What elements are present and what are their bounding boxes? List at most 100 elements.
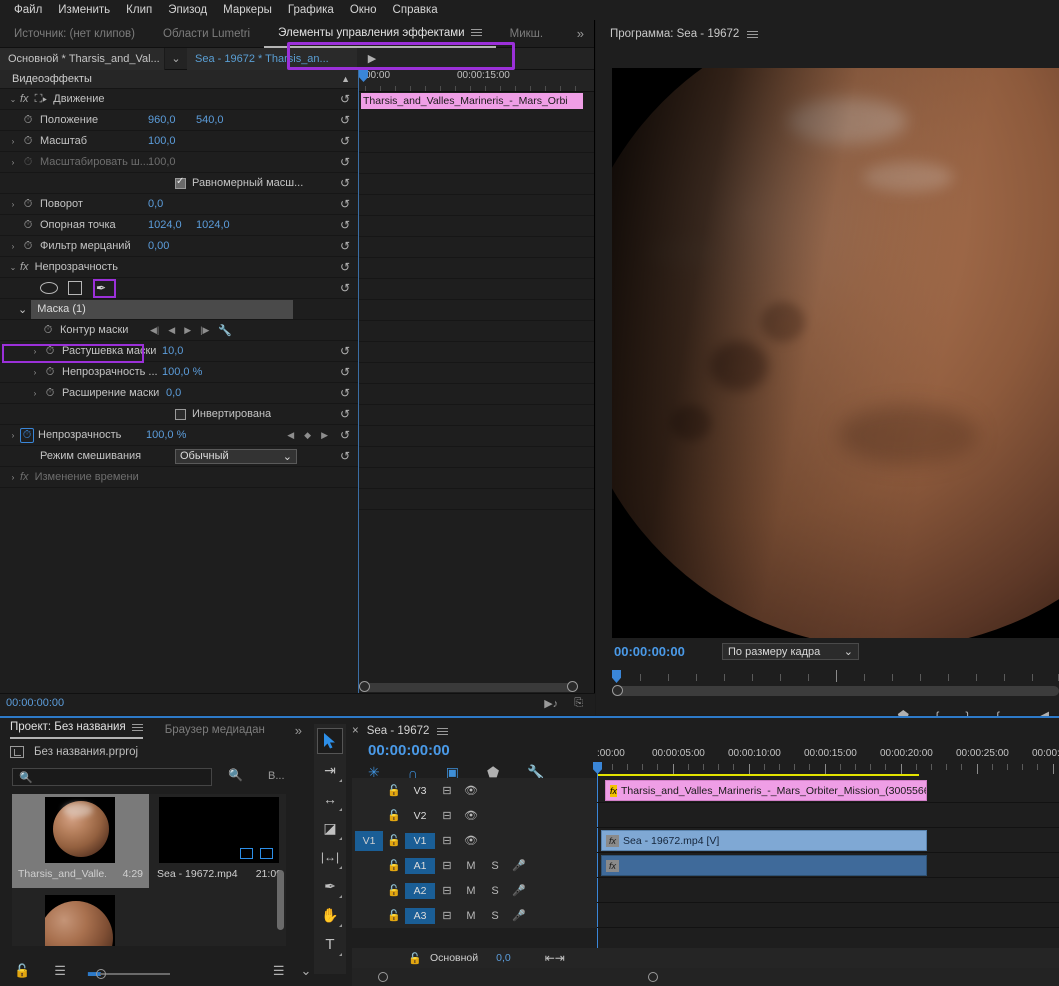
menu-item-sequence[interactable]: Эпизод — [160, 2, 215, 18]
project-scrollbar[interactable] — [277, 870, 284, 930]
timeline-footer-scrollbar[interactable] — [352, 968, 1059, 986]
sync-lock-icon[interactable]: ⊟ — [435, 834, 459, 847]
voice-over-record-icon[interactable]: 🎤 — [507, 859, 531, 872]
program-monitor-title[interactable]: Программа: Sea - 19672 — [610, 28, 739, 40]
menu-item-clip[interactable]: Клип — [118, 2, 160, 18]
solo-track-icon[interactable]: S — [483, 910, 507, 922]
param-row-anchor-point[interactable]: ⏱ Опорная точка 1024,0 1024,0 ↺ — [0, 215, 358, 236]
project-item-sea[interactable]: Sea - 19672.mp4 21:09 — [151, 794, 286, 888]
master-track-level[interactable]: 0,0 — [496, 952, 511, 964]
stopwatch-icon[interactable]: ⏱ — [40, 324, 56, 337]
project-item-partial[interactable] — [12, 891, 149, 946]
track-name-v1[interactable]: V1 — [405, 832, 435, 849]
reset-opacity-value-icon[interactable]: ↺ — [340, 428, 350, 442]
export-frame-icon[interactable]: ⎘ — [574, 697, 583, 710]
reset-flicker-filter-icon[interactable]: ↺ — [340, 239, 350, 253]
lock-icon[interactable]: 🔓 — [383, 784, 405, 797]
panel-menu-icon[interactable] — [131, 722, 143, 733]
stopwatch-icon[interactable]: ⏱ — [20, 240, 36, 253]
timeline-ruler[interactable]: :00:00 00:00:05:00 00:00:10:00 00:00:15:… — [593, 748, 1059, 774]
reset-uniform-scale-icon[interactable]: ↺ — [340, 176, 350, 190]
collapse-track-icon[interactable]: ⇤⇥ — [545, 951, 565, 965]
clip-play-icon[interactable]: ▶ — [357, 48, 387, 70]
eye-icon[interactable]: 👁 — [459, 834, 483, 847]
lock-icon[interactable]: 🔓 — [14, 963, 30, 979]
ripple-edit-tool-icon[interactable]: ↔ — [317, 786, 343, 812]
sync-lock-icon[interactable]: ⊟ — [435, 784, 459, 797]
scrollbar-handle-left[interactable] — [612, 685, 623, 696]
param-row-flicker-filter[interactable]: › ⏱ Фильтр мерцаний 0,00 ↺ — [0, 236, 358, 257]
twirl-right-icon[interactable]: › — [6, 200, 20, 209]
lock-icon[interactable]: 🔓 — [383, 834, 405, 847]
track-target-v3[interactable] — [355, 781, 383, 801]
program-monitor-video[interactable] — [612, 68, 1059, 638]
zoom-handle-right[interactable] — [567, 681, 578, 692]
lock-icon[interactable]: 🔓 — [383, 809, 405, 822]
stopwatch-icon[interactable]: ⏱ — [42, 387, 58, 400]
effect-row-opacity[interactable]: ⌄ fx Непрозрачность ↺ — [0, 257, 358, 278]
list-view-icon[interactable]: ☰ — [54, 963, 66, 979]
tab-lumetri-scopes[interactable]: Области Lumetri — [149, 20, 264, 48]
param-row-blend-mode[interactable]: Режим смешивания Обычный ⌄ ↺ — [0, 446, 358, 467]
close-tab-icon[interactable]: × — [352, 725, 359, 737]
menu-item-edit[interactable]: Изменить — [50, 2, 118, 18]
effect-row-motion[interactable]: ⌄ fx ⛶▸ Движение ↺ — [0, 89, 358, 110]
scrollbar-handle-left[interactable] — [378, 972, 388, 982]
sort-icon[interactable]: ☰ — [273, 963, 285, 979]
panel-menu-icon[interactable] — [437, 726, 449, 737]
reset-mask-inverted-icon[interactable]: ↺ — [340, 407, 350, 421]
menu-item-help[interactable]: Справка — [385, 2, 446, 18]
reset-scale-width-icon[interactable]: ↺ — [340, 155, 350, 169]
param-row-mask-expansion[interactable]: › ⏱ Расширение маски 0,0 ↺ — [0, 383, 358, 404]
position-value-y[interactable]: 540,0 — [196, 114, 224, 126]
go-to-previous-keyframe-icon[interactable]: ◀ — [168, 325, 175, 336]
twirl-right-icon[interactable]: › — [6, 158, 20, 167]
parent-folder-icon[interactable] — [10, 746, 24, 758]
scale-value[interactable]: 100,0 — [148, 135, 176, 147]
voice-over-record-icon[interactable]: 🎤 — [507, 884, 531, 897]
solo-track-icon[interactable]: S — [483, 860, 507, 872]
stopwatch-icon[interactable]: ⏱ — [20, 114, 36, 127]
eye-icon[interactable]: 👁 — [459, 784, 483, 797]
param-row-position[interactable]: ⏱ Положение 960,0 540,0 ↺ — [0, 110, 358, 131]
twirl-down-icon[interactable]: ⌄ — [6, 263, 20, 272]
stopwatch-icon[interactable]: ⏱ — [20, 219, 36, 232]
tab-project[interactable]: Проект: Без названия — [10, 721, 143, 739]
rotation-value[interactable]: 0,0 — [148, 198, 163, 210]
opacity-value[interactable]: 100,0 % — [146, 429, 186, 441]
reset-mask-opacity-icon[interactable]: ↺ — [340, 365, 350, 379]
stopwatch-icon[interactable]: ⏱ — [42, 366, 58, 379]
reset-anchor-point-icon[interactable]: ↺ — [340, 218, 350, 232]
zoom-handle-left[interactable] — [359, 681, 370, 692]
menu-item-file[interactable]: Файл — [6, 2, 50, 18]
rectangle-mask-icon[interactable] — [68, 281, 82, 295]
panel-menu-icon[interactable] — [747, 29, 759, 40]
param-row-opacity-value[interactable]: › ⏱ Непрозрачность 100,0 % ◀ ◆ ▶ ↺ — [0, 425, 358, 446]
selection-tool-icon[interactable] — [317, 728, 343, 754]
tab-media-browser[interactable]: Браузер медиадан — [165, 724, 265, 736]
reset-scale-icon[interactable]: ↺ — [340, 134, 350, 148]
voice-over-record-icon[interactable]: 🎤 — [507, 909, 531, 922]
thumbnail-size-handle[interactable] — [96, 969, 106, 979]
lock-icon[interactable]: 🔓 — [404, 952, 426, 965]
sync-lock-icon[interactable]: ⊟ — [435, 884, 459, 897]
sync-lock-icon[interactable]: ⊟ — [435, 909, 459, 922]
reset-opacity-icon[interactable]: ↺ — [340, 260, 350, 274]
tab-effect-controls[interactable]: Элементы управления эффектами — [264, 20, 496, 48]
reset-mask-feather-icon[interactable]: ↺ — [340, 344, 350, 358]
more-tabs-icon[interactable]: » — [295, 723, 302, 738]
menu-item-graphics[interactable]: Графика — [280, 2, 342, 18]
effect-controls-ruler[interactable]: 00:00 00:00:15:00 — [359, 70, 594, 92]
blend-mode-dropdown[interactable]: Обычный ⌄ — [175, 448, 297, 464]
reset-rotation-icon[interactable]: ↺ — [340, 197, 350, 211]
track-name-v2[interactable]: V2 — [405, 810, 435, 822]
param-row-scale[interactable]: › ⏱ Масштаб 100,0 ↺ — [0, 131, 358, 152]
bin-label[interactable]: В... — [268, 770, 285, 782]
program-monitor-fit-dropdown[interactable]: По размеру кадра ⌄ — [722, 643, 859, 660]
go-to-previous-frame-icon[interactable]: ◀| — [150, 325, 159, 336]
next-keyframe-icon[interactable]: ▶ — [321, 430, 328, 441]
twirl-down-icon[interactable]: ⌄ — [18, 303, 27, 316]
reset-mask-expansion-icon[interactable]: ↺ — [340, 386, 350, 400]
menu-item-markers[interactable]: Маркеры — [215, 2, 280, 18]
timeline-clip-sea-audio[interactable]: fx — [601, 855, 927, 876]
